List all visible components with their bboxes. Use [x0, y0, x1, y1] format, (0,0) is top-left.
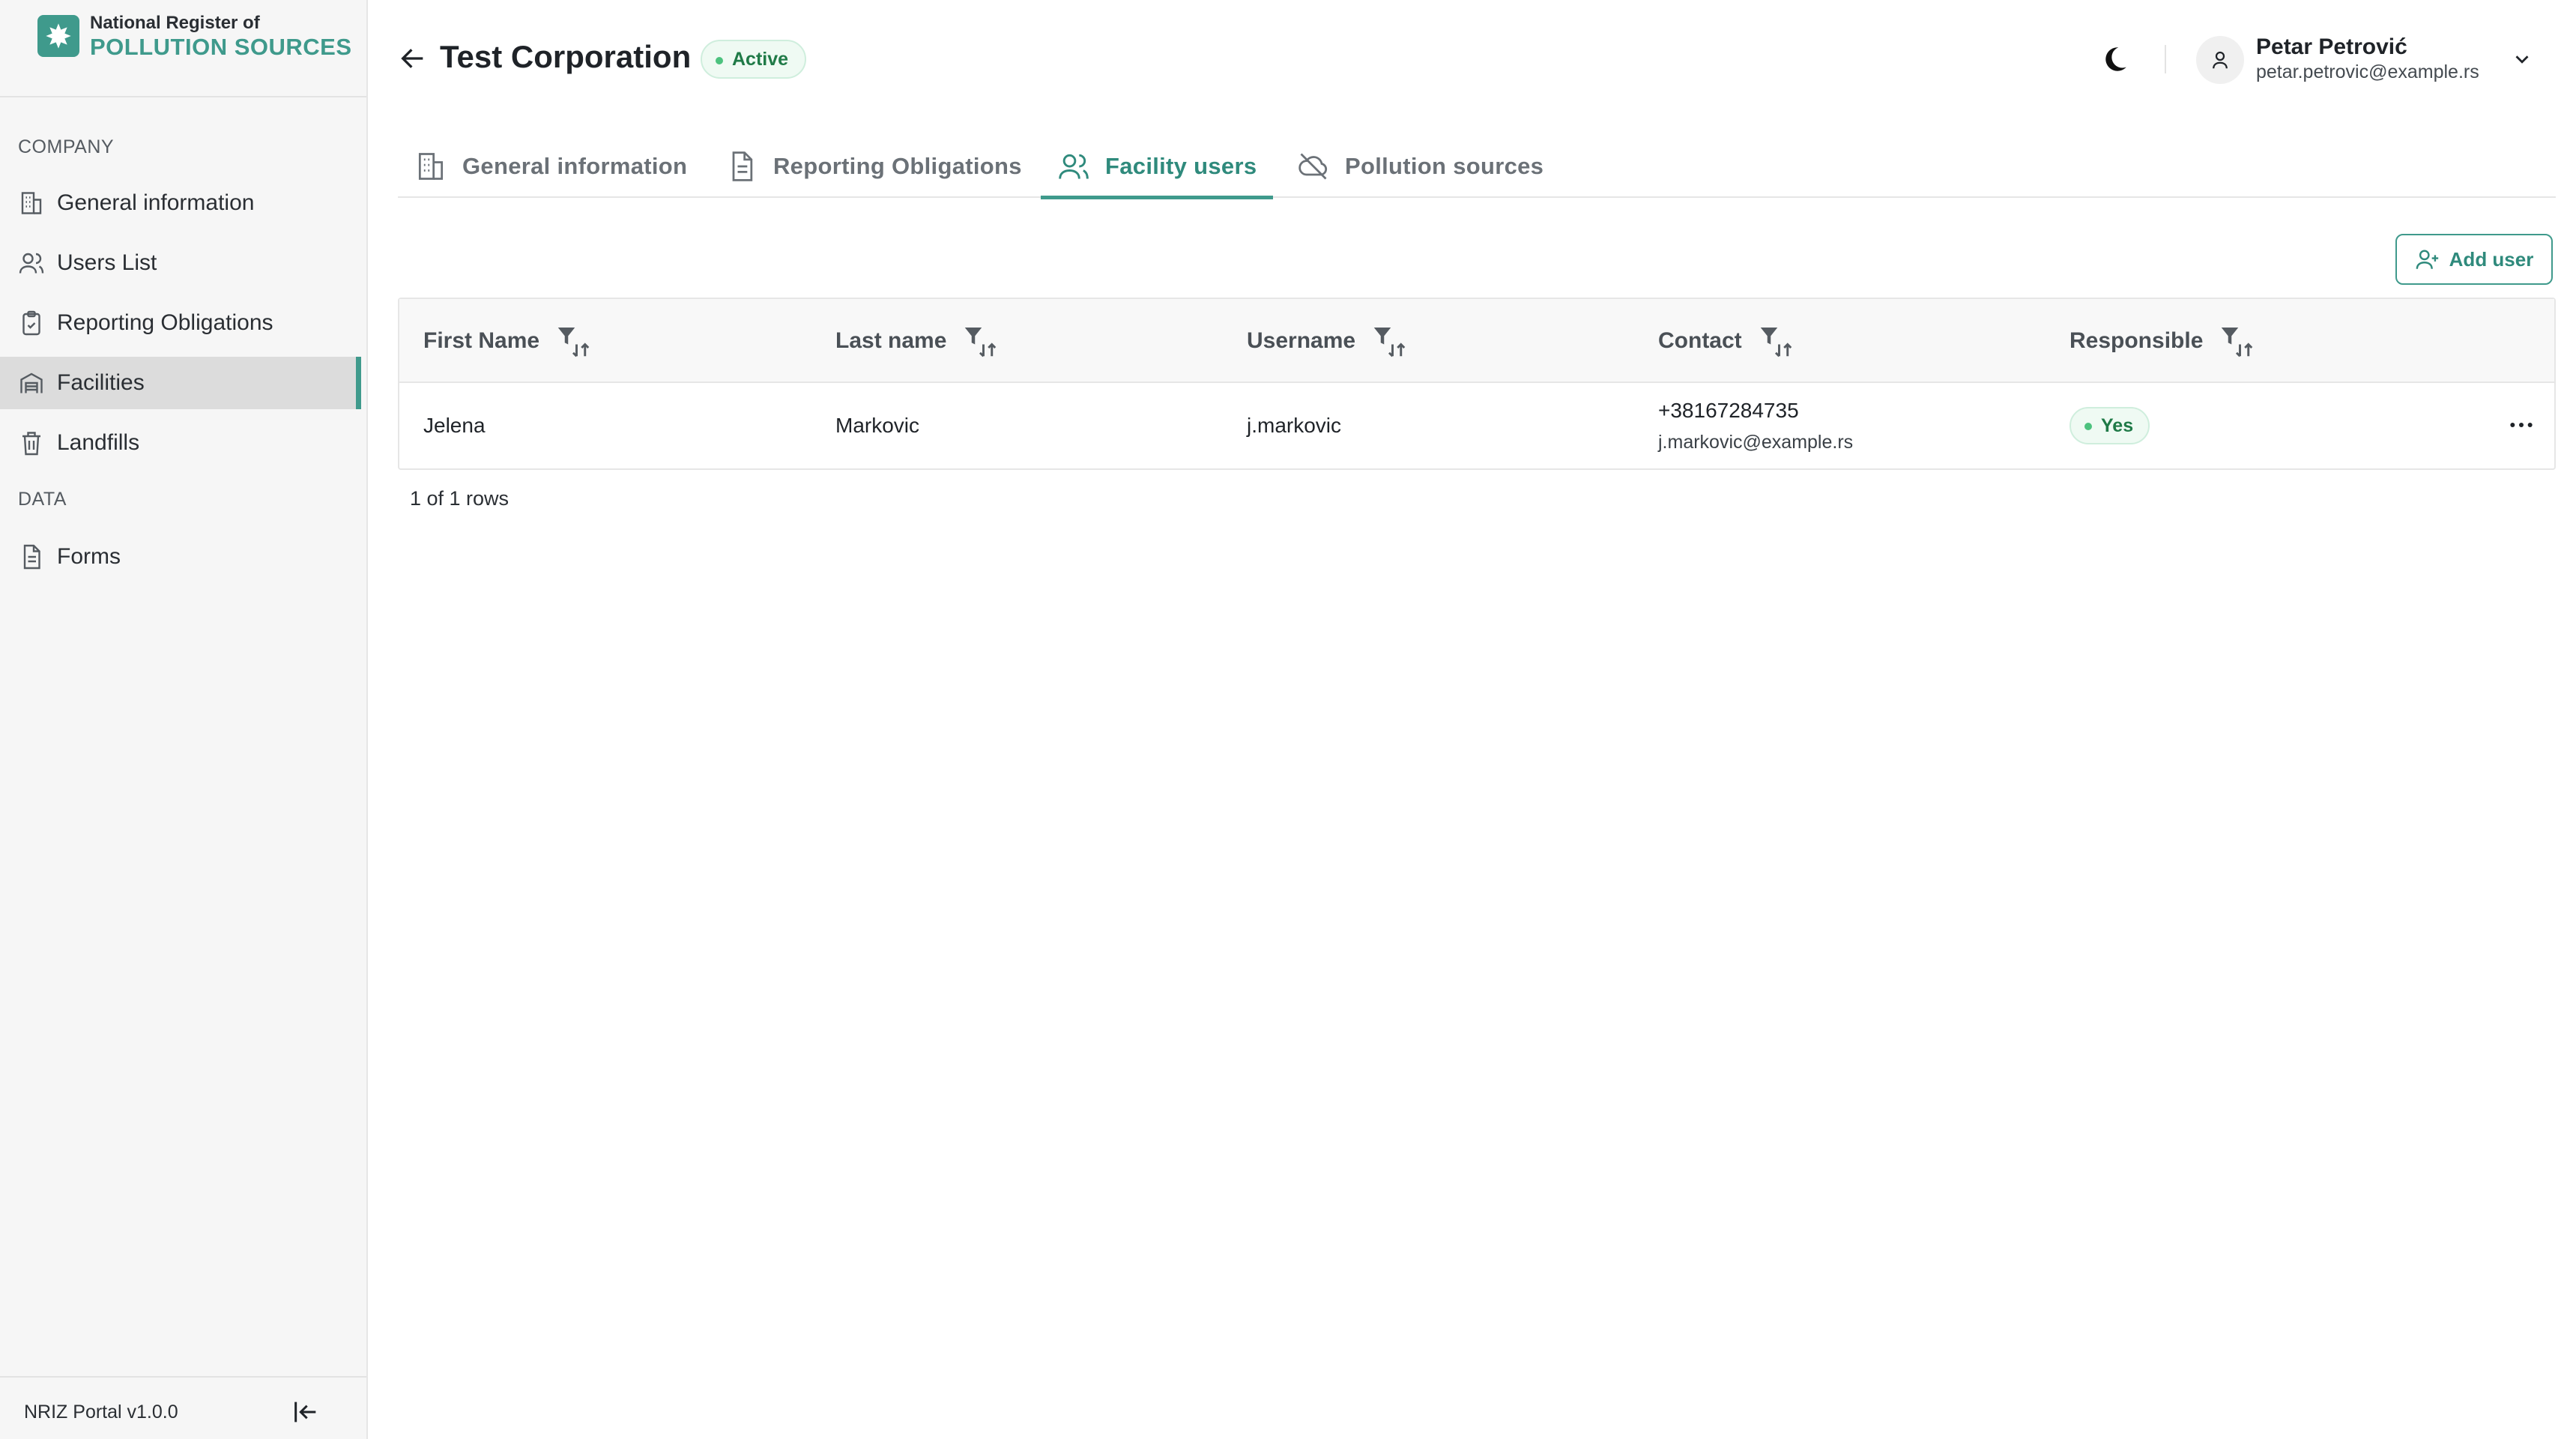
avatar[interactable] — [2196, 36, 2244, 84]
tab-reporting-obligations[interactable]: Reporting Obligations — [709, 135, 1038, 198]
sidebar: National Register of POLLUTION SOURCES C… — [0, 0, 368, 1439]
filter-sort-icon[interactable] — [1756, 321, 1796, 361]
column-header-responsible: Responsible — [2069, 299, 2257, 383]
chevron-down-icon — [2515, 55, 2529, 64]
cell-first-name: Jelena — [423, 414, 486, 437]
leaf-logo-icon — [37, 15, 79, 57]
tab-facility-users[interactable]: Facility users — [1041, 135, 1274, 199]
sidebar-item-forms[interactable]: Forms — [0, 531, 361, 583]
building-icon — [418, 153, 444, 180]
contact-phone: +38167284735 — [1658, 398, 1799, 422]
user-email: petar.petrovic@example.rs — [2256, 61, 2479, 82]
section-title-data: DATA — [18, 489, 67, 510]
tab-label: General information — [462, 153, 688, 179]
more-horizontal-icon — [2510, 423, 2533, 427]
responsible-badge: Yes — [2069, 407, 2150, 444]
column-header-contact: Contact — [1658, 299, 1796, 383]
column-header-label: Contact — [1658, 328, 1742, 353]
user-menu-button[interactable] — [2511, 48, 2533, 70]
filter-sort-icon[interactable] — [553, 321, 593, 361]
facility-users-table: First Name Last name Username Contact Re… — [398, 298, 2556, 470]
cell-responsible: Yes — [2069, 383, 2150, 468]
document-icon — [23, 544, 40, 570]
add-user-label: Add user — [2449, 247, 2534, 271]
column-header-username: Username — [1247, 299, 1409, 383]
cell-last-name: Markovic — [835, 414, 920, 437]
sidebar-footer-divider — [0, 1376, 366, 1378]
brand-title-line2: POLLUTION SOURCES — [90, 33, 352, 60]
tab-general-information[interactable]: General information — [398, 135, 704, 198]
users-icon — [1059, 154, 1089, 179]
tab-pollution-sources[interactable]: Pollution sources — [1281, 135, 1560, 198]
user-plus-icon — [2416, 250, 2438, 269]
sidebar-item-general-information[interactable]: General information — [0, 177, 361, 229]
sidebar-item-label: Landfills — [57, 430, 140, 455]
table-row-count: 1 of 1 rows — [410, 487, 510, 510]
column-header-label: Last name — [835, 328, 947, 353]
warehouse-icon — [20, 372, 43, 393]
filter-sort-icon[interactable] — [1369, 321, 1409, 361]
cell-username: j.markovic — [1247, 414, 1342, 437]
status-badge: Active — [701, 40, 807, 79]
brand-logo-link[interactable]: National Register of POLLUTION SOURCES — [37, 13, 352, 58]
sidebar-item-label: Forms — [57, 544, 121, 569]
sidebar-divider — [0, 96, 366, 97]
user-name: Petar Petrović — [2256, 34, 2407, 59]
tab-label: Facility users — [1105, 153, 1257, 179]
section-title-company: COMPANY — [18, 136, 115, 157]
add-user-button[interactable]: Add user — [2395, 234, 2553, 285]
tabs-bar: General information Reporting Obligation… — [398, 135, 2556, 199]
sidebar-item-label: Facilities — [57, 370, 145, 395]
main-content: Test Corporation Active Petar Petrović p… — [368, 0, 2576, 1439]
theme-toggle-button[interactable] — [2099, 43, 2130, 75]
sidebar-item-reporting-obligations[interactable]: Reporting Obligations — [0, 297, 361, 349]
clipboard-check-icon — [22, 310, 40, 336]
sidebar-item-label: Reporting Obligations — [57, 310, 273, 335]
user-icon — [2213, 51, 2228, 69]
tab-label: Reporting Obligations — [773, 153, 1022, 179]
row-actions-button[interactable] — [2505, 410, 2538, 440]
app-version: NRIZ Portal v1.0.0 — [24, 1402, 178, 1423]
trash-icon — [22, 432, 40, 456]
header-divider — [2165, 45, 2166, 73]
filter-sort-icon[interactable] — [960, 321, 1000, 361]
table-header: First Name Last name Username Contact Re… — [399, 299, 2554, 383]
column-header-last-name: Last name — [835, 299, 1000, 383]
column-header-label: First Name — [423, 328, 540, 353]
arrow-left-icon — [401, 49, 423, 68]
back-button[interactable] — [398, 43, 428, 73]
sidebar-item-label: General information — [57, 190, 255, 215]
moon-icon — [2105, 47, 2126, 71]
cell-contact: +38167284735 j.markovic@example.rs — [1658, 383, 1853, 468]
contact-email: j.markovic@example.rs — [1658, 431, 1854, 453]
column-header-first-name: First Name — [423, 299, 593, 383]
collapse-sidebar-button[interactable] — [291, 1397, 321, 1427]
brand-title-line1: National Register of — [90, 12, 260, 33]
filter-sort-icon[interactable] — [2216, 321, 2257, 361]
users-icon — [19, 253, 44, 274]
column-header-label: Username — [1247, 328, 1356, 353]
table-row[interactable]: Jelena Markovic j.markovic +38167284735 … — [399, 383, 2554, 468]
sidebar-item-users-list[interactable]: Users List — [0, 237, 361, 289]
document-icon — [732, 151, 753, 181]
collapse-left-icon — [294, 1402, 316, 1423]
sidebar-item-facilities[interactable]: Facilities — [0, 357, 361, 409]
sidebar-item-label: Users List — [57, 250, 157, 275]
column-header-label: Responsible — [2069, 328, 2204, 353]
sidebar-item-landfills[interactable]: Landfills — [0, 417, 361, 469]
building-icon — [21, 192, 42, 214]
page-title: Test Corporation — [440, 39, 692, 74]
cloud-off-icon — [1298, 153, 1328, 180]
tab-label: Pollution sources — [1345, 153, 1544, 179]
